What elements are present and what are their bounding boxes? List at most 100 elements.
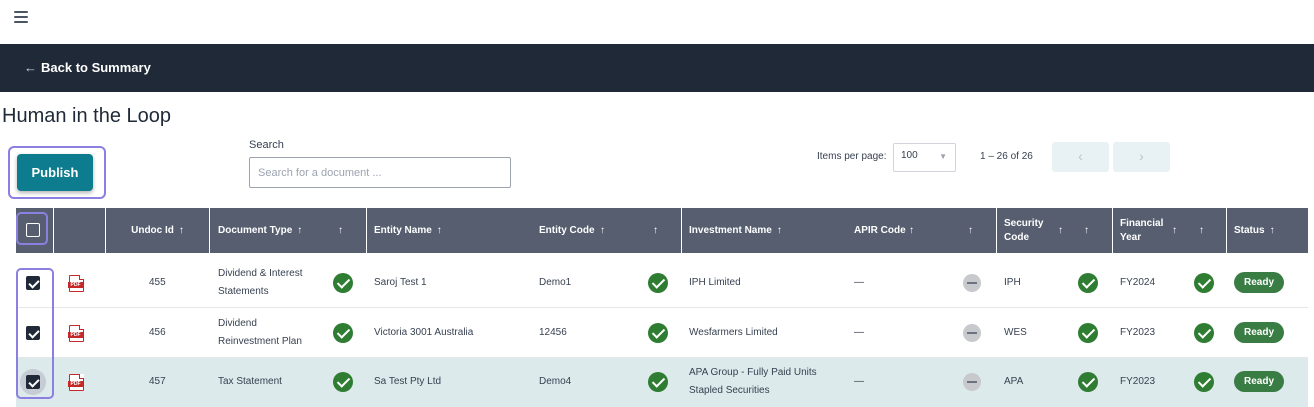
arrow-up-icon: ↑ — [1199, 225, 1204, 236]
apir-code-cell: — — [854, 277, 864, 288]
check-circle-icon — [648, 323, 668, 343]
entity-name-cell: Victoria 3001 Australia — [374, 327, 474, 338]
column-status-label: Status — [1234, 224, 1265, 236]
column-document-type[interactable]: Document Type ↑ ↑ — [210, 208, 367, 253]
document-type-cell: Tax Statement — [218, 376, 282, 387]
security-code-cell: IPH — [1004, 277, 1021, 288]
chevron-right-icon: › — [1139, 148, 1144, 164]
column-financial-year-line1: Financial — [1120, 217, 1164, 229]
arrow-up-icon: ↑ — [1058, 225, 1063, 236]
arrow-left-icon: ← — [24, 60, 37, 75]
column-undoc-id[interactable]: Undoc Id ↑ — [106, 208, 210, 253]
previous-page-button[interactable]: ‹ — [1052, 142, 1109, 172]
entity-code-cell: 12456 — [539, 327, 567, 338]
document-type-cell: Dividend & Interest Statements — [218, 265, 303, 301]
document-type-line1: Dividend & Interest — [218, 268, 303, 279]
arrow-up-icon: ↑ — [297, 225, 303, 236]
publish-focus-outline: Publish — [8, 146, 106, 199]
column-security-code[interactable]: Security Code ↑ ↑ — [997, 208, 1113, 253]
table-row[interactable]: PDF 457 Tax Statement Sa Test Pty Ltd De… — [16, 358, 1308, 407]
arrow-up-icon: ↑ — [338, 225, 343, 236]
column-financial-year-line2: Year — [1120, 231, 1142, 243]
items-per-page-value: 100 — [901, 150, 918, 161]
back-to-summary-link[interactable]: ← Back to Summary — [24, 60, 151, 75]
page-title: Human in the Loop — [2, 105, 172, 127]
column-document-type-label: Document Type — [218, 224, 293, 236]
chevron-down-icon: ▼ — [939, 152, 947, 161]
column-status[interactable]: Status ↑ — [1227, 208, 1308, 253]
check-circle-icon — [1194, 372, 1214, 392]
column-entity-name[interactable]: Entity Name ↑ Entity Code ↑ ↑ — [367, 208, 682, 253]
check-circle-icon — [333, 372, 353, 392]
pagination-range: 1 – 26 of 26 — [980, 151, 1033, 162]
search-label: Search — [249, 139, 284, 151]
pdf-file-icon[interactable]: PDF — [68, 325, 84, 342]
column-entity-name-label: Entity Name — [374, 224, 432, 236]
column-security-code-line2: Code — [1004, 231, 1029, 243]
status-badge: Ready — [1234, 371, 1284, 392]
investment-name-line1: APA Group - Fully Paid Units — [689, 367, 817, 378]
row-checkboxes-focus-outline — [16, 268, 54, 399]
hamburger-menu-icon[interactable] — [14, 11, 28, 25]
documents-table: Undoc Id ↑ Document Type ↑ ↑ Entity Name… — [16, 208, 1308, 407]
apir-code-cell: — — [854, 376, 864, 387]
entity-name-cell: Saroj Test 1 — [374, 277, 427, 288]
arrow-up-icon: ↑ — [600, 225, 605, 236]
status-badge: Ready — [1234, 322, 1284, 343]
financial-year-cell: FY2023 — [1120, 327, 1156, 338]
file-type-header — [54, 208, 106, 253]
column-apir-code-label[interactable]: APIR Code — [854, 225, 906, 236]
check-circle-icon — [648, 372, 668, 392]
arrow-up-icon: ↑ — [776, 225, 782, 236]
arrow-up-icon: ↑ — [178, 225, 184, 236]
minus-circle-icon — [963, 324, 981, 342]
security-code-cell: WES — [1004, 327, 1027, 338]
pdf-file-icon[interactable]: PDF — [68, 275, 84, 292]
check-circle-icon — [1078, 323, 1098, 343]
select-all-focus-outline — [16, 212, 48, 245]
items-per-page-select[interactable]: 100 ▼ — [893, 143, 956, 172]
check-circle-icon — [1194, 323, 1214, 343]
table-row[interactable]: PDF 455 Dividend & Interest Statements S… — [16, 258, 1308, 308]
column-investment-name[interactable]: Investment Name ↑ APIR Code ↑ ↑ — [682, 208, 997, 253]
entity-code-cell: Demo1 — [539, 277, 572, 288]
document-type-line1: Dividend — [218, 318, 257, 329]
undoc-id-cell: 455 — [149, 277, 166, 288]
search-input[interactable] — [249, 157, 511, 188]
entity-code-cell: Demo4 — [539, 376, 572, 387]
check-circle-icon — [1078, 273, 1098, 293]
arrow-up-icon: ↑ — [1269, 225, 1275, 236]
check-circle-icon — [648, 273, 668, 293]
pdf-file-icon[interactable]: PDF — [68, 374, 84, 391]
check-circle-icon — [1078, 372, 1098, 392]
investment-name-cell: IPH Limited — [689, 277, 741, 288]
investment-name-cell: Wesfarmers Limited — [689, 327, 778, 338]
document-type-line2: Reinvestment Plan — [218, 336, 302, 347]
minus-circle-icon — [963, 274, 981, 292]
arrow-up-icon: ↑ — [1084, 225, 1089, 236]
document-type-line2: Statements — [218, 286, 269, 297]
items-per-page-label: Items per page: — [817, 151, 887, 162]
table-header: Undoc Id ↑ Document Type ↑ ↑ Entity Name… — [16, 208, 1308, 253]
next-page-button[interactable]: › — [1113, 142, 1170, 172]
back-link-label: Back to Summary — [41, 60, 151, 75]
undoc-id-cell: 457 — [149, 376, 166, 387]
security-code-cell: APA — [1004, 376, 1024, 387]
apir-code-cell: — — [854, 327, 864, 338]
publish-button[interactable]: Publish — [17, 154, 93, 191]
column-financial-year[interactable]: Financial Year ↑ ↑ — [1113, 208, 1227, 253]
status-badge: Ready — [1234, 272, 1284, 293]
table-row[interactable]: PDF 456 Dividend Reinvestment Plan Victo… — [16, 308, 1308, 358]
column-entity-code-label[interactable]: Entity Code — [539, 225, 595, 236]
minus-circle-icon — [963, 373, 981, 391]
check-circle-icon — [333, 323, 353, 343]
top-bar — [0, 0, 1314, 44]
investment-name-cell: APA Group - Fully Paid Units Stapled Sec… — [689, 364, 817, 400]
arrow-up-icon: ↑ — [909, 225, 914, 236]
check-circle-icon — [1194, 273, 1214, 293]
column-undoc-id-label: Undoc Id — [131, 224, 174, 236]
chevron-left-icon: ‹ — [1078, 148, 1083, 164]
arrow-up-icon: ↑ — [653, 225, 658, 236]
column-investment-name-label: Investment Name — [689, 224, 772, 236]
undoc-id-cell: 456 — [149, 327, 166, 338]
